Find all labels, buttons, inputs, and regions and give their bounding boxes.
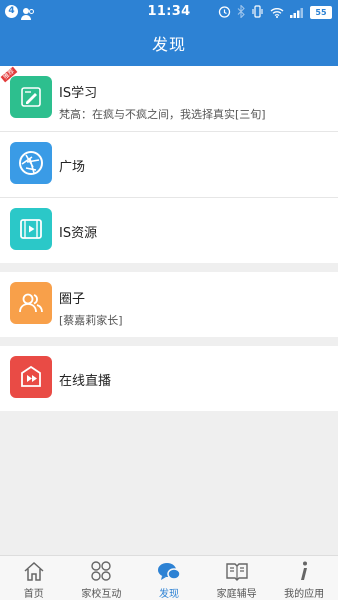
tab-home[interactable]: 首页 xyxy=(0,556,68,600)
tab-label: 我的应用 xyxy=(284,589,325,600)
tab-home-school[interactable]: 家校互动 xyxy=(68,556,136,600)
tab-label: 首页 xyxy=(23,589,44,600)
tab-label: 发现 xyxy=(158,589,179,600)
list-item-live[interactable]: 在线直播 xyxy=(0,346,338,411)
tab-label: 家校互动 xyxy=(81,589,122,600)
chat-bubbles-icon xyxy=(157,560,181,586)
list-item-title: IS资源 xyxy=(59,226,98,241)
bluetooth-icon xyxy=(237,3,245,22)
status-bar: 4 11:34 55 xyxy=(0,0,338,24)
signal-icon xyxy=(290,3,304,22)
aperture-icon xyxy=(10,142,52,184)
list-item-subtitle: [蔡嘉莉家长] xyxy=(59,314,123,327)
wifi-icon xyxy=(270,3,284,22)
book-icon xyxy=(225,560,249,586)
play-box-icon xyxy=(10,356,52,398)
section-learning: 推荐 IS学习 梵高：在疯与不疯之间，我选择真实[三旬] 广场 IS资源 xyxy=(0,66,338,263)
list-item-subtitle: 梵高：在疯与不疯之间，我选择真实[三旬] xyxy=(59,108,266,121)
battery-indicator: 55 xyxy=(310,5,332,19)
page-title: 发现 xyxy=(0,24,338,66)
tab-discover[interactable]: 发现 xyxy=(135,556,203,600)
film-icon xyxy=(10,208,52,250)
list-item-title: 在线直播 xyxy=(59,374,112,389)
tab-family-tutoring[interactable]: 家庭辅导 xyxy=(203,556,271,600)
tab-label: 家庭辅导 xyxy=(216,589,257,600)
list-item-plaza[interactable]: 广场 xyxy=(0,132,338,198)
section-live: 在线直播 xyxy=(0,346,338,411)
list-item-title: 圈子 xyxy=(59,292,86,307)
alarm-icon xyxy=(218,3,231,22)
section-divider xyxy=(0,337,338,346)
tab-my-apps[interactable]: 我的应用 xyxy=(270,556,338,600)
discover-list: 推荐 IS学习 梵高：在疯与不疯之间，我选择真实[三旬] 广场 IS资源 圈子 … xyxy=(0,66,338,411)
list-item-is-study[interactable]: 推荐 IS学习 梵高：在疯与不疯之间，我选择真实[三旬] xyxy=(0,66,338,132)
home-icon xyxy=(23,560,45,586)
tab-bar: 首页 家校互动 发现 家庭辅导 我的应用 xyxy=(0,555,338,600)
info-icon xyxy=(293,560,315,586)
section-circle: 圈子 [蔡嘉莉家长] xyxy=(0,272,338,337)
list-item-circle[interactable]: 圈子 [蔡嘉莉家长] xyxy=(0,272,338,337)
vibrate-icon xyxy=(251,3,264,22)
pencil-ruler-icon xyxy=(10,76,52,118)
section-divider xyxy=(0,263,338,272)
list-item-is-resources[interactable]: IS资源 xyxy=(0,198,338,263)
grid-circles-icon xyxy=(90,560,112,586)
list-item-title: 广场 xyxy=(59,160,86,175)
list-item-title: IS学习 xyxy=(59,86,98,101)
people-icon xyxy=(10,282,52,324)
